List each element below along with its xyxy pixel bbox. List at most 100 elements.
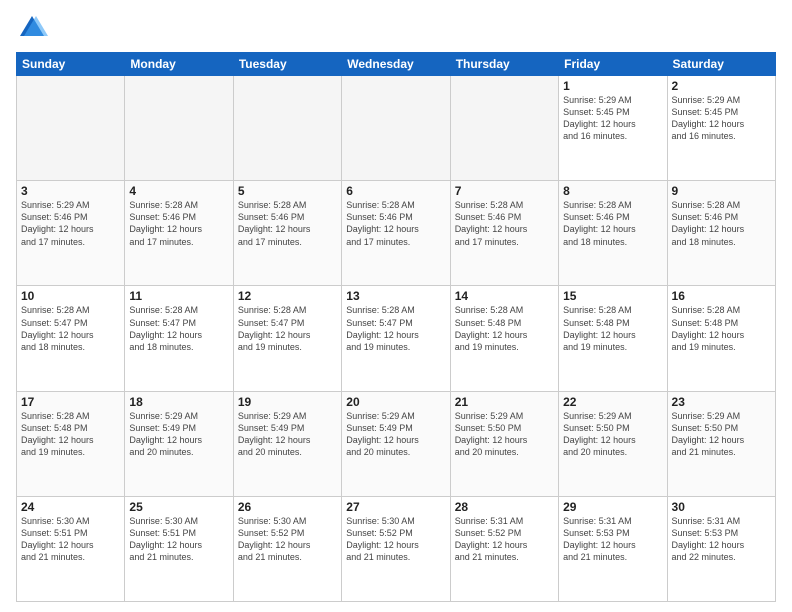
calendar-cell: 26Sunrise: 5:30 AM Sunset: 5:52 PM Dayli… (233, 496, 341, 601)
day-info: Sunrise: 5:29 AM Sunset: 5:45 PM Dayligh… (563, 94, 662, 143)
calendar-cell (233, 76, 341, 181)
calendar-cell (450, 76, 558, 181)
day-info: Sunrise: 5:29 AM Sunset: 5:50 PM Dayligh… (672, 410, 771, 459)
day-info: Sunrise: 5:29 AM Sunset: 5:50 PM Dayligh… (563, 410, 662, 459)
calendar-cell: 28Sunrise: 5:31 AM Sunset: 5:52 PM Dayli… (450, 496, 558, 601)
calendar-cell: 9Sunrise: 5:28 AM Sunset: 5:46 PM Daylig… (667, 181, 775, 286)
calendar-cell: 14Sunrise: 5:28 AM Sunset: 5:48 PM Dayli… (450, 286, 558, 391)
day-number: 11 (129, 289, 228, 303)
calendar-cell: 12Sunrise: 5:28 AM Sunset: 5:47 PM Dayli… (233, 286, 341, 391)
day-number: 2 (672, 79, 771, 93)
day-number: 16 (672, 289, 771, 303)
day-info: Sunrise: 5:28 AM Sunset: 5:48 PM Dayligh… (563, 304, 662, 353)
day-info: Sunrise: 5:28 AM Sunset: 5:46 PM Dayligh… (129, 199, 228, 248)
calendar-cell: 15Sunrise: 5:28 AM Sunset: 5:48 PM Dayli… (559, 286, 667, 391)
day-info: Sunrise: 5:28 AM Sunset: 5:46 PM Dayligh… (238, 199, 337, 248)
calendar-cell: 17Sunrise: 5:28 AM Sunset: 5:48 PM Dayli… (17, 391, 125, 496)
day-number: 17 (21, 395, 120, 409)
day-info: Sunrise: 5:28 AM Sunset: 5:46 PM Dayligh… (455, 199, 554, 248)
weekday-wednesday: Wednesday (342, 53, 450, 76)
day-info: Sunrise: 5:28 AM Sunset: 5:46 PM Dayligh… (672, 199, 771, 248)
logo (16, 12, 54, 44)
day-info: Sunrise: 5:30 AM Sunset: 5:51 PM Dayligh… (21, 515, 120, 564)
day-number: 6 (346, 184, 445, 198)
day-info: Sunrise: 5:29 AM Sunset: 5:46 PM Dayligh… (21, 199, 120, 248)
day-number: 30 (672, 500, 771, 514)
week-row-5: 24Sunrise: 5:30 AM Sunset: 5:51 PM Dayli… (17, 496, 776, 601)
day-info: Sunrise: 5:28 AM Sunset: 5:48 PM Dayligh… (455, 304, 554, 353)
day-number: 24 (21, 500, 120, 514)
calendar-cell: 8Sunrise: 5:28 AM Sunset: 5:46 PM Daylig… (559, 181, 667, 286)
day-info: Sunrise: 5:29 AM Sunset: 5:45 PM Dayligh… (672, 94, 771, 143)
day-number: 25 (129, 500, 228, 514)
day-number: 28 (455, 500, 554, 514)
day-info: Sunrise: 5:28 AM Sunset: 5:46 PM Dayligh… (346, 199, 445, 248)
day-number: 21 (455, 395, 554, 409)
day-number: 19 (238, 395, 337, 409)
day-info: Sunrise: 5:31 AM Sunset: 5:53 PM Dayligh… (672, 515, 771, 564)
header (16, 12, 776, 44)
calendar-cell: 18Sunrise: 5:29 AM Sunset: 5:49 PM Dayli… (125, 391, 233, 496)
calendar-cell: 7Sunrise: 5:28 AM Sunset: 5:46 PM Daylig… (450, 181, 558, 286)
weekday-tuesday: Tuesday (233, 53, 341, 76)
calendar-cell: 25Sunrise: 5:30 AM Sunset: 5:51 PM Dayli… (125, 496, 233, 601)
calendar-cell: 21Sunrise: 5:29 AM Sunset: 5:50 PM Dayli… (450, 391, 558, 496)
week-row-4: 17Sunrise: 5:28 AM Sunset: 5:48 PM Dayli… (17, 391, 776, 496)
calendar-cell: 22Sunrise: 5:29 AM Sunset: 5:50 PM Dayli… (559, 391, 667, 496)
calendar-cell (125, 76, 233, 181)
calendar-cell: 23Sunrise: 5:29 AM Sunset: 5:50 PM Dayli… (667, 391, 775, 496)
day-number: 29 (563, 500, 662, 514)
day-info: Sunrise: 5:28 AM Sunset: 5:47 PM Dayligh… (129, 304, 228, 353)
weekday-monday: Monday (125, 53, 233, 76)
week-row-1: 1Sunrise: 5:29 AM Sunset: 5:45 PM Daylig… (17, 76, 776, 181)
day-info: Sunrise: 5:30 AM Sunset: 5:52 PM Dayligh… (346, 515, 445, 564)
day-number: 18 (129, 395, 228, 409)
day-info: Sunrise: 5:30 AM Sunset: 5:51 PM Dayligh… (129, 515, 228, 564)
week-row-3: 10Sunrise: 5:28 AM Sunset: 5:47 PM Dayli… (17, 286, 776, 391)
calendar-cell (17, 76, 125, 181)
day-number: 4 (129, 184, 228, 198)
day-number: 8 (563, 184, 662, 198)
calendar-cell: 16Sunrise: 5:28 AM Sunset: 5:48 PM Dayli… (667, 286, 775, 391)
day-number: 22 (563, 395, 662, 409)
day-info: Sunrise: 5:28 AM Sunset: 5:47 PM Dayligh… (346, 304, 445, 353)
calendar-body: 1Sunrise: 5:29 AM Sunset: 5:45 PM Daylig… (17, 76, 776, 602)
calendar-cell: 11Sunrise: 5:28 AM Sunset: 5:47 PM Dayli… (125, 286, 233, 391)
weekday-sunday: Sunday (17, 53, 125, 76)
weekday-friday: Friday (559, 53, 667, 76)
day-info: Sunrise: 5:29 AM Sunset: 5:50 PM Dayligh… (455, 410, 554, 459)
calendar-cell: 3Sunrise: 5:29 AM Sunset: 5:46 PM Daylig… (17, 181, 125, 286)
calendar-cell: 29Sunrise: 5:31 AM Sunset: 5:53 PM Dayli… (559, 496, 667, 601)
day-number: 3 (21, 184, 120, 198)
weekday-saturday: Saturday (667, 53, 775, 76)
day-info: Sunrise: 5:28 AM Sunset: 5:48 PM Dayligh… (672, 304, 771, 353)
calendar-cell: 13Sunrise: 5:28 AM Sunset: 5:47 PM Dayli… (342, 286, 450, 391)
day-number: 27 (346, 500, 445, 514)
day-info: Sunrise: 5:31 AM Sunset: 5:52 PM Dayligh… (455, 515, 554, 564)
day-number: 13 (346, 289, 445, 303)
calendar-cell: 4Sunrise: 5:28 AM Sunset: 5:46 PM Daylig… (125, 181, 233, 286)
day-number: 5 (238, 184, 337, 198)
weekday-thursday: Thursday (450, 53, 558, 76)
day-number: 10 (21, 289, 120, 303)
day-number: 26 (238, 500, 337, 514)
calendar-cell: 10Sunrise: 5:28 AM Sunset: 5:47 PM Dayli… (17, 286, 125, 391)
day-info: Sunrise: 5:29 AM Sunset: 5:49 PM Dayligh… (238, 410, 337, 459)
calendar-cell: 19Sunrise: 5:29 AM Sunset: 5:49 PM Dayli… (233, 391, 341, 496)
calendar-cell: 30Sunrise: 5:31 AM Sunset: 5:53 PM Dayli… (667, 496, 775, 601)
calendar-cell (342, 76, 450, 181)
day-number: 7 (455, 184, 554, 198)
day-number: 15 (563, 289, 662, 303)
day-info: Sunrise: 5:28 AM Sunset: 5:47 PM Dayligh… (238, 304, 337, 353)
day-info: Sunrise: 5:28 AM Sunset: 5:47 PM Dayligh… (21, 304, 120, 353)
calendar-cell: 6Sunrise: 5:28 AM Sunset: 5:46 PM Daylig… (342, 181, 450, 286)
calendar-cell: 2Sunrise: 5:29 AM Sunset: 5:45 PM Daylig… (667, 76, 775, 181)
day-number: 23 (672, 395, 771, 409)
day-info: Sunrise: 5:29 AM Sunset: 5:49 PM Dayligh… (129, 410, 228, 459)
calendar-cell: 20Sunrise: 5:29 AM Sunset: 5:49 PM Dayli… (342, 391, 450, 496)
day-number: 9 (672, 184, 771, 198)
day-info: Sunrise: 5:30 AM Sunset: 5:52 PM Dayligh… (238, 515, 337, 564)
day-info: Sunrise: 5:31 AM Sunset: 5:53 PM Dayligh… (563, 515, 662, 564)
week-row-2: 3Sunrise: 5:29 AM Sunset: 5:46 PM Daylig… (17, 181, 776, 286)
day-info: Sunrise: 5:29 AM Sunset: 5:49 PM Dayligh… (346, 410, 445, 459)
